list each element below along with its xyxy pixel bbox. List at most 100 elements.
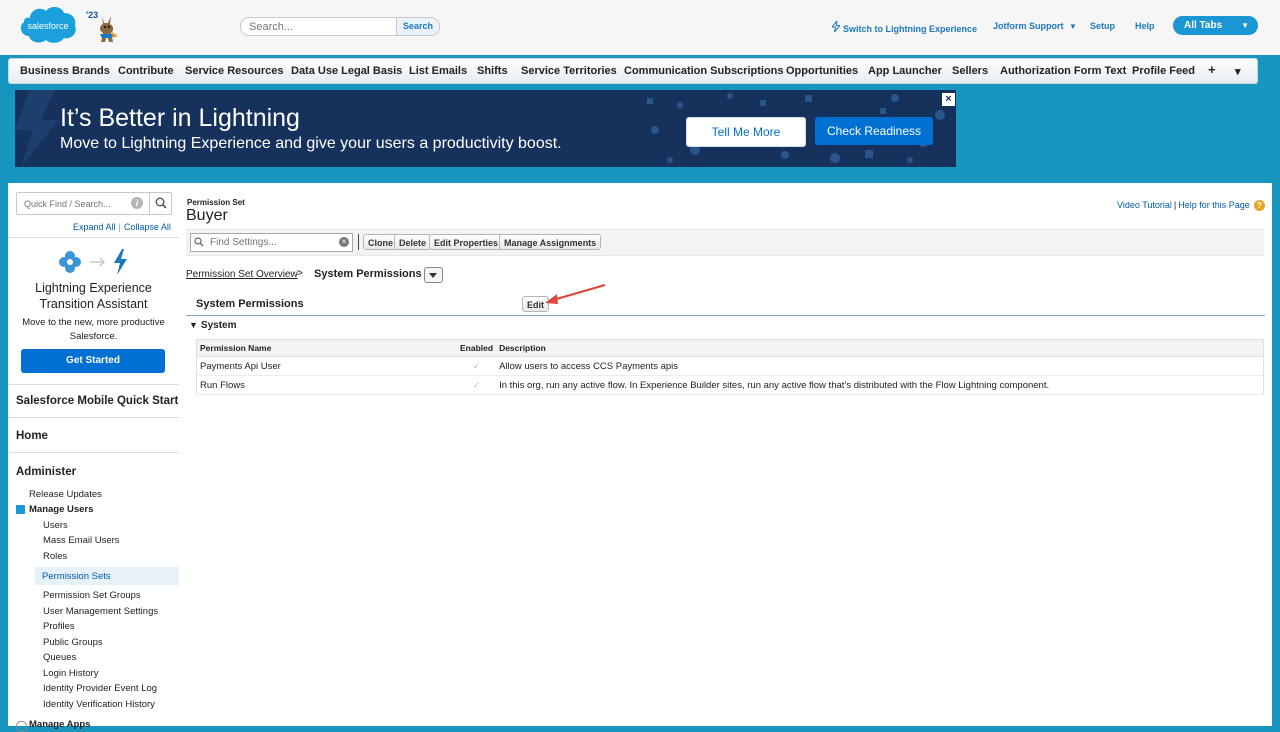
column-header-description: Description: [496, 339, 1264, 357]
switch-to-lightning-link[interactable]: Switch to Lightning Experience: [832, 21, 977, 34]
help-icon[interactable]: ?: [1253, 200, 1265, 212]
annotation-arrow-icon: [545, 283, 606, 304]
classic-flower-icon: [59, 251, 81, 273]
enabled-checkbox-icon: ✓: [472, 379, 481, 390]
more-tabs-chevron-icon[interactable]: ▾: [1235, 65, 1241, 78]
page-type-label: Permission Set: [187, 198, 245, 207]
transition-assistant-description: Move to the new, more productive Salesfo…: [22, 317, 165, 342]
chevron-down-icon: ▼: [1069, 22, 1077, 31]
expand-all-link[interactable]: Expand All: [73, 222, 116, 232]
sidebar-item-identity-verification-history[interactable]: Identity Verification History: [43, 699, 155, 710]
tab-list-emails[interactable]: List Emails: [409, 65, 467, 77]
quick-find-input[interactable]: [17, 193, 129, 214]
subsection-label: System: [200, 320, 237, 331]
expand-collapse-links: Expand All | Collapse All: [73, 222, 171, 232]
tab-bar: Business Brands Contribute Service Resou…: [8, 58, 1258, 84]
sidebar-item-permission-sets[interactable]: Permission Sets: [35, 567, 179, 585]
permission-description: Allow users to access CCS Payments apis: [496, 356, 1264, 376]
sidebar-item-queues[interactable]: Queues: [43, 652, 76, 663]
sidebar-item-profiles[interactable]: Profiles: [43, 621, 75, 632]
search-icon[interactable]: [149, 193, 172, 214]
table-row: Payments Api User ✓ Allow users to acces…: [196, 356, 1264, 376]
transition-assistant-card: Lightning Experience Transition Assistan…: [8, 237, 179, 385]
tab-service-territories[interactable]: Service Territories: [521, 65, 617, 77]
tab-opportunities[interactable]: Opportunities: [786, 65, 858, 77]
add-tab-icon[interactable]: +: [1208, 62, 1216, 77]
breadcrumb-permission-set-overview[interactable]: Permission Set Overview: [186, 269, 298, 280]
banner-title: It’s Better in Lightning: [60, 104, 300, 132]
tab-service-resources[interactable]: Service Resources: [185, 65, 283, 77]
sidebar-section-mobile-quick-start[interactable]: Salesforce Mobile Quick Start: [8, 384, 179, 418]
subsection-system[interactable]: ▼ System: [189, 320, 237, 331]
tab-app-launcher[interactable]: App Launcher: [868, 65, 942, 77]
collapse-toggle-icon[interactable]: [16, 505, 25, 514]
collapse-all-link[interactable]: Collapse All: [124, 222, 171, 232]
get-started-button[interactable]: Get Started: [21, 349, 165, 373]
collapse-triangle-icon: ▼: [189, 320, 198, 330]
delete-button[interactable]: Delete: [394, 234, 432, 250]
clear-icon[interactable]: ×: [339, 237, 349, 247]
salesforce-logo[interactable]: salesforce: [18, 4, 78, 45]
sidebar-item-permission-set-groups[interactable]: Permission Set Groups: [43, 590, 141, 601]
sidebar-item-login-history[interactable]: Login History: [43, 668, 98, 679]
sidebar-item-mass-email-users[interactable]: Mass Email Users: [43, 535, 120, 546]
quick-find: i: [16, 192, 172, 215]
sidebar-item-user-management-settings[interactable]: User Management Settings: [43, 606, 158, 617]
sidebar-item-manage-apps[interactable]: Manage Apps: [29, 719, 90, 730]
global-header: salesforce '23 Search Switch to Lightnin…: [0, 0, 1280, 55]
enabled-checkbox-icon: ✓: [472, 360, 481, 371]
video-tutorial-link[interactable]: Video Tutorial: [1117, 200, 1172, 210]
setup-link[interactable]: Setup: [1090, 21, 1115, 31]
section-title: System Permissions: [196, 298, 304, 310]
toolbar-divider: [358, 234, 359, 250]
sidebar-item-release-updates[interactable]: Release Updates: [29, 489, 102, 500]
all-tabs-button[interactable]: All Tabs ▼: [1173, 16, 1258, 35]
tab-business-brands[interactable]: Business Brands: [20, 65, 110, 77]
page-title: Buyer: [186, 207, 228, 224]
breadcrumb-dropdown-chevron-icon[interactable]: [424, 267, 443, 283]
global-search-input[interactable]: [241, 18, 387, 35]
help-for-this-page-link[interactable]: Help for this Page: [1178, 200, 1250, 210]
help-link[interactable]: Help: [1135, 21, 1155, 31]
main-content: Permission Set Buyer Video Tutorial | Help…: [179, 183, 1272, 726]
sidebar-item-public-groups[interactable]: Public Groups: [43, 637, 103, 648]
breadcrumb-current: System Permissions: [314, 268, 422, 280]
check-readiness-button[interactable]: Check Readiness: [815, 117, 933, 145]
mascot-icon: [100, 16, 118, 42]
tab-shifts[interactable]: Shifts: [477, 65, 508, 77]
column-header-permission-name: Permission Name: [196, 339, 457, 357]
tab-contribute[interactable]: Contribute: [118, 65, 174, 77]
tab-profile-feed[interactable]: Profile Feed: [1132, 65, 1195, 77]
sidebar-item-roles[interactable]: Roles: [43, 551, 67, 562]
breadcrumb-separator: >: [297, 268, 303, 279]
search-button[interactable]: Search: [396, 18, 439, 35]
sidebar-item-label: Permission Sets: [42, 571, 111, 582]
jotform-support-menu[interactable]: Jotform Support ▼: [993, 21, 1077, 31]
transition-icons: [59, 249, 127, 275]
tab-sellers[interactable]: Sellers: [952, 65, 988, 77]
sidebar-section-administer: Administer: [16, 466, 77, 478]
sidebar-item-manage-users[interactable]: Manage Users: [29, 504, 93, 515]
tell-me-more-button[interactable]: Tell Me More: [686, 117, 806, 147]
sidebar-item-identity-provider-event-log[interactable]: Identity Provider Event Log: [43, 683, 157, 694]
tab-data-use-legal-basis[interactable]: Data Use Legal Basis: [291, 65, 402, 77]
switch-to-lightning-label: Switch to Lightning Experience: [843, 24, 978, 34]
find-settings: ×: [190, 233, 353, 252]
find-settings-input[interactable]: [206, 234, 334, 251]
setup-sidebar: i Expand All|Collapse All Lightning Expe…: [8, 183, 180, 732]
section-divider: [186, 315, 1265, 316]
info-icon[interactable]: i: [131, 197, 143, 209]
search-icon: [194, 237, 204, 247]
banner-close-icon[interactable]: ×: [941, 92, 956, 107]
expand-toggle-icon[interactable]: [16, 721, 27, 732]
edit-properties-button[interactable]: Edit Properties: [429, 234, 504, 250]
table-header-row: Permission Name Enabled Description: [196, 339, 1264, 357]
tab-communication-subscriptions[interactable]: Communication Subscriptions: [624, 65, 784, 77]
clone-button[interactable]: Clone: [363, 234, 399, 250]
sidebar-section-home[interactable]: Home: [8, 419, 179, 453]
tab-authorization-form-text[interactable]: Authorization Form Text: [1000, 65, 1126, 77]
banner-subtitle: Move to Lightning Experience and give yo…: [60, 135, 562, 152]
manage-assignments-button[interactable]: Manage Assignments: [499, 234, 602, 250]
sidebar-item-users[interactable]: Users: [43, 520, 68, 531]
lightning-bolt-icon: [832, 21, 840, 32]
